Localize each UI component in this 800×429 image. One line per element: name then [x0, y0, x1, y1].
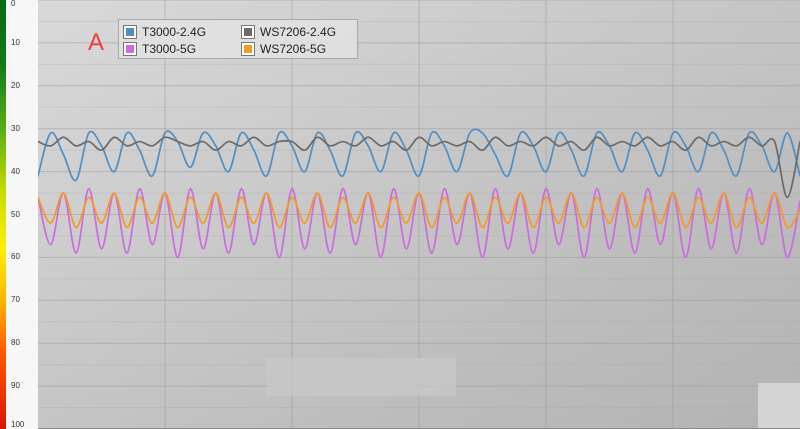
chart-legend: T3000-2.4G WS7206-2.4G T3000-5G WS7206-5…	[118, 19, 358, 59]
legend-label: T3000-5G	[142, 42, 197, 56]
y-tick-label: 30	[11, 123, 20, 133]
y-tick-label: 0	[11, 0, 16, 8]
legend-item-t3000-5g: T3000-5G	[124, 40, 196, 58]
blurred-region	[266, 358, 456, 396]
legend-swatch-icon	[124, 43, 136, 55]
legend-swatch-icon	[242, 43, 254, 55]
y-tick-label: 50	[11, 209, 20, 219]
legend-item-ws7206-24g: WS7206-2.4G	[242, 23, 336, 41]
y-tick-label: 90	[11, 381, 20, 391]
legend-item-t3000-24g: T3000-2.4G	[124, 23, 206, 41]
rssi-chart-window: 0 10 20 30 40 50 60 70 80 90 100 A T3000-2.4G WS72…	[0, 0, 800, 429]
legend-swatch-icon	[242, 26, 254, 38]
y-tick-label: 100	[11, 420, 25, 429]
signal-scale: 0 10 20 30 40 50 60 70 80 90 100	[0, 0, 39, 429]
y-tick-label: 10	[11, 37, 20, 47]
plot-area: A T3000-2.4G WS7206-2.4G T3000-5G WS7206…	[38, 0, 800, 429]
legend-item-ws7206-5g: WS7206-5G	[242, 40, 326, 58]
legend-swatch-icon	[124, 26, 136, 38]
y-tick-label: 20	[11, 80, 20, 90]
y-tick-label: 40	[11, 166, 20, 176]
legend-label: T3000-2.4G	[142, 25, 207, 39]
blurred-region	[758, 383, 800, 429]
annotation-letter: A	[88, 29, 105, 56]
y-tick-label: 70	[11, 295, 20, 305]
y-tick-label: 60	[11, 252, 20, 262]
legend-label: WS7206-5G	[260, 42, 327, 56]
y-tick-label: 80	[11, 338, 20, 348]
legend-label: WS7206-2.4G	[260, 25, 337, 39]
signal-color-bar	[0, 0, 6, 429]
